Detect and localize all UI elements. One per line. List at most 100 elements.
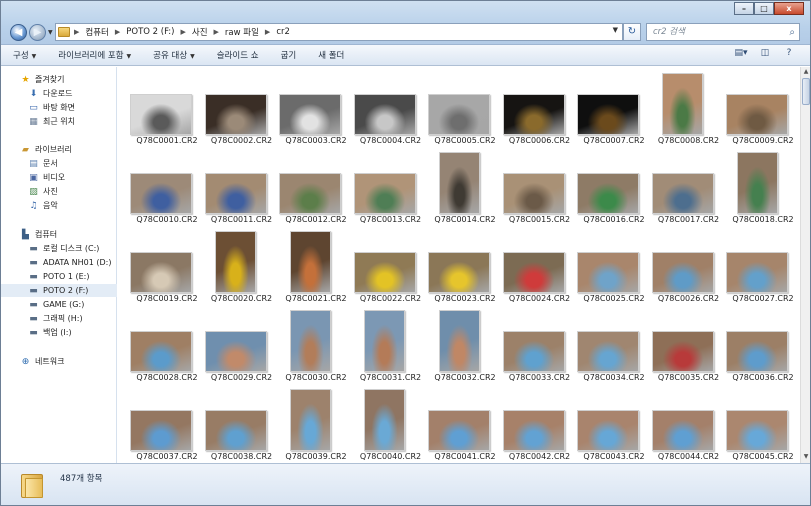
vertical-scrollbar[interactable]: ▲ ▼ xyxy=(800,67,810,463)
file-item[interactable]: Q78C0025.CR2 xyxy=(577,225,651,304)
nav-recent-places[interactable]: ▦ 최근 위치 xyxy=(1,115,117,128)
file-item[interactable]: Q78C0043.CR2 xyxy=(577,383,651,462)
back-button[interactable]: ◀ xyxy=(10,24,27,41)
nav-drive-i[interactable]: ▬ 백업 (I:) xyxy=(1,326,117,339)
file-item[interactable]: Q78C0044.CR2 xyxy=(651,383,726,462)
file-item[interactable]: Q78C0032.CR2 xyxy=(428,304,502,383)
file-item[interactable]: Q78C0042.CR2 xyxy=(502,383,577,462)
search-icon[interactable]: ⌕ xyxy=(789,25,795,41)
nav-favorites[interactable]: ★ 즐겨찾기 xyxy=(1,73,117,86)
nav-network[interactable]: ⊕ 네트워크 xyxy=(1,355,117,368)
file-item[interactable]: Q78C0020.CR2 xyxy=(205,225,279,304)
close-button[interactable]: x xyxy=(774,2,804,15)
file-item[interactable]: Q78C0007.CR2 xyxy=(577,67,651,146)
file-item[interactable]: Q78C0001.CR2 xyxy=(130,67,204,146)
refresh-button[interactable]: ↻ xyxy=(623,23,641,41)
breadcrumb-separator-icon[interactable]: ▶ xyxy=(74,28,79,36)
breadcrumb-separator-icon[interactable]: ▶ xyxy=(214,28,219,36)
scroll-down-icon[interactable]: ▼ xyxy=(802,453,810,462)
nav-videos[interactable]: ▣ 비디오 xyxy=(1,171,117,184)
nav-drive-f[interactable]: ▬ POTO 2 (F:) xyxy=(1,284,117,297)
nav-drive-g[interactable]: ▬ GAME (G:) xyxy=(1,298,117,311)
file-item[interactable]: Q78C0004.CR2 xyxy=(353,67,428,146)
file-item[interactable]: Q78C0015.CR2 xyxy=(502,146,577,225)
file-item[interactable]: Q78C0018.CR2 xyxy=(726,146,800,225)
file-item[interactable]: Q78C0041.CR2 xyxy=(428,383,502,462)
file-item[interactable]: Q78C0023.CR2 xyxy=(428,225,502,304)
nav-drive-c[interactable]: ▬ 로컬 디스크 (C:) xyxy=(1,242,117,255)
breadcrumb-separator-icon[interactable]: ▶ xyxy=(265,28,270,36)
file-item[interactable]: Q78C0011.CR2 xyxy=(204,146,279,225)
file-item[interactable]: Q78C0003.CR2 xyxy=(279,67,353,146)
nav-drive-h[interactable]: ▬ 그래픽 (H:) xyxy=(1,312,117,325)
file-item[interactable]: Q78C0028.CR2 xyxy=(130,304,204,383)
file-item[interactable]: Q78C0008.CR2 xyxy=(652,67,726,146)
file-thumbnail xyxy=(428,252,490,293)
file-item[interactable]: Q78C0037.CR2 xyxy=(130,383,204,462)
file-item[interactable]: Q78C0033.CR2 xyxy=(502,304,577,383)
file-item[interactable]: Q78C0009.CR2 xyxy=(726,67,800,146)
file-item[interactable]: Q78C0012.CR2 xyxy=(279,146,353,225)
file-item[interactable]: Q78C0039.CR2 xyxy=(279,383,353,462)
burn-button[interactable]: 굽기 xyxy=(281,49,297,61)
file-item[interactable]: Q78C0035.CR2 xyxy=(651,304,726,383)
file-item[interactable]: Q78C0014.CR2 xyxy=(428,146,502,225)
nav-desktop[interactable]: ▭ 바탕 화면 xyxy=(1,101,117,114)
breadcrumb-computer[interactable]: 컴퓨터 xyxy=(85,26,108,38)
breadcrumb-separator-icon[interactable]: ▶ xyxy=(115,28,120,36)
file-item[interactable]: Q78C0024.CR2 xyxy=(502,225,577,304)
include-in-library-menu[interactable]: 라이브러리에 포함 ▼ xyxy=(58,49,131,61)
file-item[interactable]: Q78C0040.CR2 xyxy=(354,383,428,462)
minimize-button[interactable]: – xyxy=(734,2,754,15)
file-item[interactable]: Q78C0036.CR2 xyxy=(726,304,800,383)
organize-menu[interactable]: 구성 ▼ xyxy=(13,49,36,61)
file-item[interactable]: Q78C0027.CR2 xyxy=(726,225,800,304)
search-input[interactable]: cr2 검색 ⌕ xyxy=(646,23,800,41)
share-with-menu[interactable]: 공유 대상 ▼ xyxy=(153,49,195,61)
breadcrumb-separator-icon[interactable]: ▶ xyxy=(181,28,186,36)
file-item[interactable]: Q78C0013.CR2 xyxy=(353,146,428,225)
file-item[interactable]: Q78C0010.CR2 xyxy=(130,146,204,225)
file-item[interactable]: Q78C0019.CR2 xyxy=(130,225,204,304)
nav-libraries[interactable]: ▰ 라이브러리 xyxy=(1,143,117,156)
help-icon[interactable]: ? xyxy=(780,48,798,62)
file-item[interactable]: Q78C0030.CR2 xyxy=(279,304,353,383)
breadcrumb-raw[interactable]: raw 파일 xyxy=(225,26,259,38)
file-item[interactable]: Q78C0038.CR2 xyxy=(204,383,279,462)
nav-pictures[interactable]: ▨ 사진 xyxy=(1,185,117,198)
file-item[interactable]: Q78C0031.CR2 xyxy=(354,304,428,383)
file-item[interactable]: Q78C0034.CR2 xyxy=(577,304,651,383)
file-item[interactable]: Q78C0002.CR2 xyxy=(204,67,279,146)
slideshow-button[interactable]: 슬라이드 쇼 xyxy=(217,49,259,61)
nav-music[interactable]: ♫ 음악 xyxy=(1,199,117,212)
scroll-up-icon[interactable]: ▲ xyxy=(802,68,810,77)
file-name: Q78C0030.CR2 xyxy=(285,373,347,382)
address-bar[interactable]: ▶ 컴퓨터 ▶ POTO 2 (F:) ▶ 사진 ▶ raw 파일 ▶ cr2 … xyxy=(55,23,623,41)
change-view-icon[interactable]: ▤▾ xyxy=(732,48,750,62)
breadcrumb-photos[interactable]: 사진 xyxy=(192,26,208,38)
breadcrumb-cr2[interactable]: cr2 xyxy=(276,27,290,37)
file-item[interactable]: Q78C0006.CR2 xyxy=(502,67,577,146)
recent-pages-dropdown-icon[interactable]: ▼ xyxy=(48,29,54,37)
scrollbar-thumb[interactable] xyxy=(802,78,810,105)
nav-drive-e[interactable]: ▬ POTO 1 (E:) xyxy=(1,270,117,283)
maximize-button[interactable]: □ xyxy=(754,2,774,15)
preview-pane-icon[interactable]: ◫ xyxy=(756,48,774,62)
file-item[interactable]: Q78C0026.CR2 xyxy=(651,225,726,304)
file-item[interactable]: Q78C0005.CR2 xyxy=(428,67,502,146)
nav-documents[interactable]: ▤ 문서 xyxy=(1,157,117,170)
file-item[interactable]: Q78C0022.CR2 xyxy=(353,225,428,304)
nav-drive-d[interactable]: ▬ ADATA NH01 (D:) xyxy=(1,256,117,269)
nav-downloads[interactable]: ⬇ 다운로드 xyxy=(1,87,117,100)
new-folder-button[interactable]: 새 폴더 xyxy=(318,49,344,61)
file-item[interactable]: Q78C0016.CR2 xyxy=(577,146,651,225)
file-item[interactable]: Q78C0045.CR2 xyxy=(726,383,800,462)
address-dropdown-icon[interactable]: ▼ xyxy=(613,26,618,34)
file-item[interactable]: Q78C0029.CR2 xyxy=(204,304,279,383)
breadcrumb-drive[interactable]: POTO 2 (F:) xyxy=(126,27,174,37)
forward-button[interactable]: ▶ xyxy=(29,24,46,41)
file-item[interactable]: Q78C0021.CR2 xyxy=(279,225,353,304)
file-name: Q78C0023.CR2 xyxy=(434,294,496,303)
nav-computer[interactable]: ▙ 컴퓨터 xyxy=(1,228,117,241)
file-item[interactable]: Q78C0017.CR2 xyxy=(651,146,726,225)
